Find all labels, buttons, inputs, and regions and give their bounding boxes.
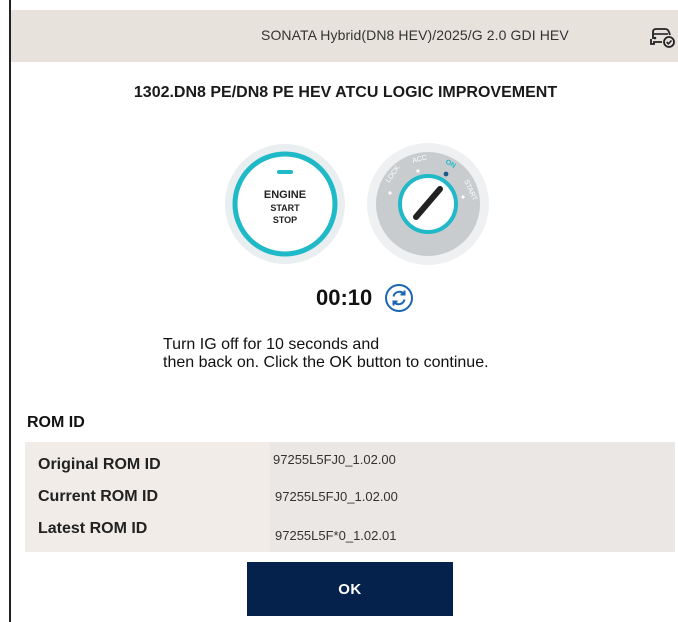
rom-value-original: 97255L5FJ0_1.02.00: [273, 452, 396, 467]
rom-value-latest: 97255L5F*0_1.02.01: [275, 528, 397, 543]
vehicle-info: SONATA Hybrid(DN8 HEV)/2025/G 2.0 GDI HE…: [261, 27, 569, 43]
car-check-icon[interactable]: [648, 23, 676, 49]
rom-value-current: 97255L5FJ0_1.02.00: [275, 489, 398, 504]
rom-label-current: Current ROM ID: [38, 488, 158, 505]
stop-label: STOP: [273, 215, 297, 225]
ok-button[interactable]: OK: [247, 562, 453, 616]
engine-label: ENGINE: [264, 189, 306, 201]
ignition-switch-icon: LOCK ACC ON START: [367, 143, 489, 265]
rom-label-latest: Latest ROM ID: [38, 520, 148, 537]
header-bar: SONATA Hybrid(DN8 HEV)/2025/G 2.0 GDI HE…: [11, 10, 678, 62]
instruction-text: Turn IG off for 10 seconds and then back…: [163, 336, 489, 372]
dialog-window: SONATA Hybrid(DN8 HEV)/2025/G 2.0 GDI HE…: [9, 0, 678, 622]
rom-label-original: Original ROM ID: [38, 456, 161, 473]
rom-id-table: Original ROM ID 97255L5FJ0_1.02.00 Curre…: [25, 442, 675, 552]
countdown-timer: 00:10: [316, 285, 373, 310]
rom-id-heading: ROM ID: [27, 414, 85, 431]
timer-row: 00:10: [316, 278, 414, 318]
refresh-icon[interactable]: [384, 283, 414, 313]
engine-start-stop-icon: ENGINE START STOP: [225, 144, 345, 264]
start-label: START: [270, 203, 300, 213]
instruction-line-2: then back on. Click the OK button to con…: [163, 354, 489, 371]
instruction-line-1: Turn IG off for 10 seconds and: [163, 336, 380, 353]
procedure-title: 1302.DN8 PE/DN8 PE HEV ATCU LOGIC IMPROV…: [133, 84, 558, 101]
